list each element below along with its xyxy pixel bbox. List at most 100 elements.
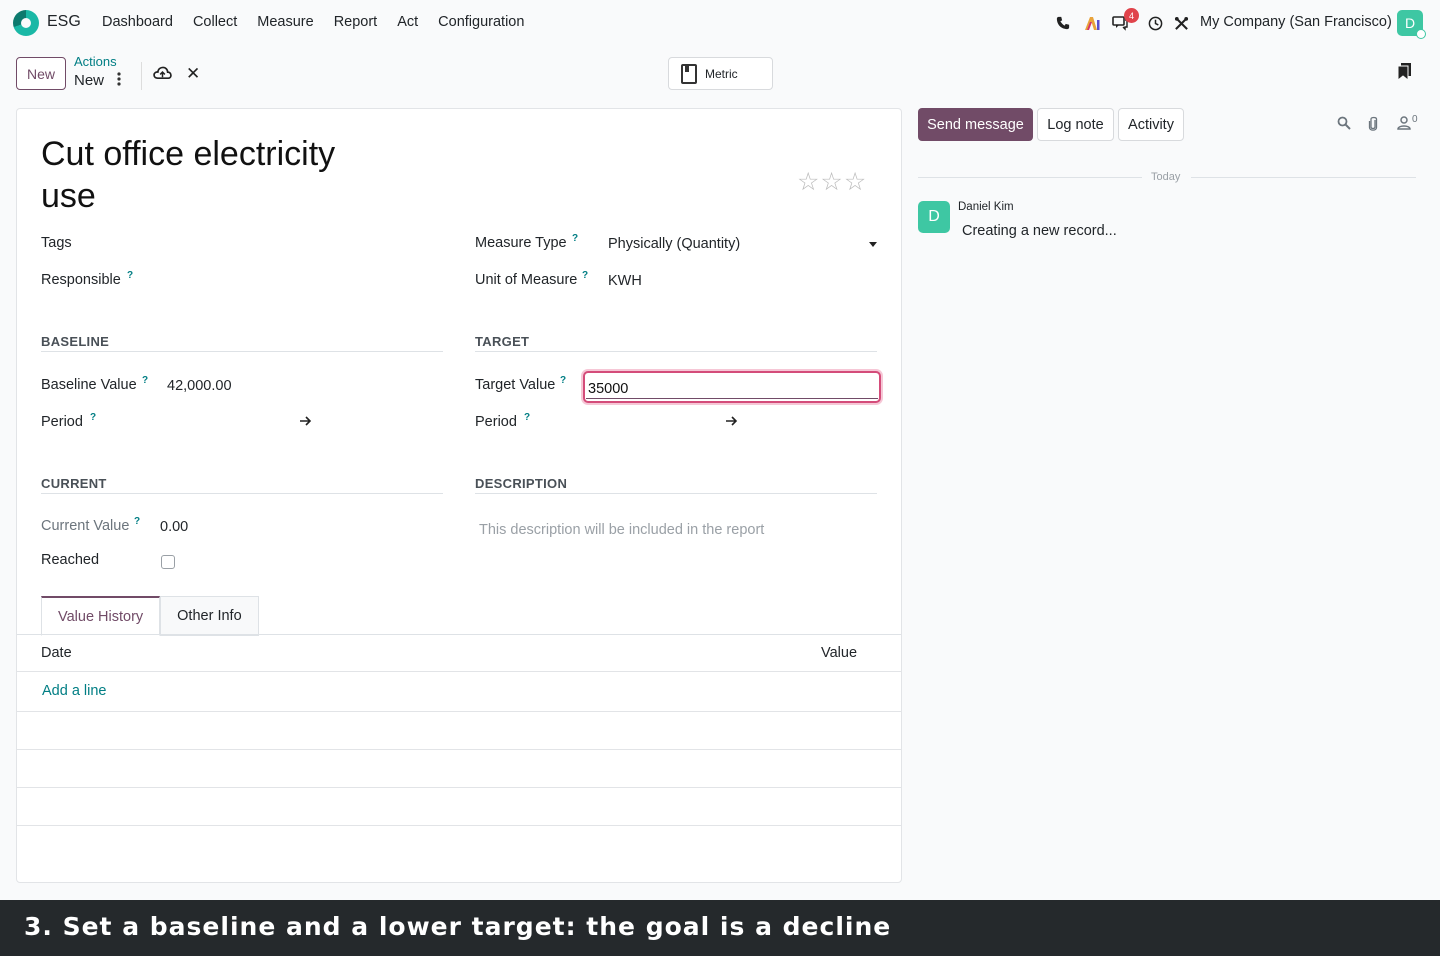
target-section-title: TARGET (475, 334, 530, 349)
reached-checkbox[interactable] (161, 555, 175, 569)
bookmark-icon[interactable] (1397, 63, 1411, 82)
user-avatar-initial: D (1404, 15, 1416, 31)
baseline-section-title: BASELINE (41, 334, 110, 349)
table-row-divider (17, 711, 901, 712)
paperclip-icon[interactable] (1368, 116, 1378, 135)
app-name[interactable]: ESG (47, 13, 81, 31)
current-section-title: CURRENT (41, 476, 107, 491)
divider (41, 493, 443, 494)
message-author[interactable]: Daniel Kim (958, 201, 1014, 213)
main-menu: Dashboard Collect Measure Report Act Con… (102, 14, 544, 30)
table-row-divider (17, 749, 901, 750)
notebook-tabs: Value History Other Info (41, 596, 259, 636)
uom-field[interactable]: KWH (608, 273, 642, 289)
table-row-divider (17, 671, 901, 672)
target-period-label: Period (475, 414, 517, 430)
reached-label: Reached (41, 552, 100, 568)
baseline-value-field[interactable]: 42,000.00 (167, 378, 232, 394)
followers-icon[interactable] (1397, 116, 1411, 133)
log-note-button[interactable]: Log note (1037, 108, 1114, 141)
help-icon[interactable]: ? (90, 412, 96, 423)
table-row-divider (17, 825, 901, 826)
star-icon[interactable]: ☆ (797, 167, 819, 197)
tools-icon[interactable] (1172, 14, 1190, 32)
baseline-value-label: Baseline Value (41, 377, 137, 393)
action-menu-icon[interactable] (117, 72, 129, 90)
current-value-label: Current Value (41, 518, 130, 534)
record-title[interactable]: Cut office electricity use (41, 133, 361, 217)
arrow-right-icon (725, 414, 738, 431)
help-icon[interactable]: ? (142, 375, 148, 386)
table-row-divider (17, 787, 901, 788)
divider (918, 177, 1142, 178)
menu-collect[interactable]: Collect (193, 14, 237, 30)
column-header-value[interactable]: Value (821, 645, 857, 661)
column-header-date[interactable]: Date (41, 645, 72, 661)
input-underline (586, 398, 878, 399)
description-editor[interactable]: This description will be included in the… (479, 522, 764, 538)
save-cloud-icon[interactable] (153, 66, 173, 84)
metric-smart-button[interactable]: Metric (668, 57, 773, 90)
status-dot-icon (1416, 29, 1426, 39)
star-icon[interactable]: ☆ (844, 167, 866, 197)
phone-icon[interactable] (1054, 14, 1072, 32)
send-message-button[interactable]: Send message (918, 108, 1033, 141)
ai-icon[interactable] (1083, 14, 1101, 32)
breadcrumb-parent[interactable]: Actions (74, 54, 117, 69)
help-icon[interactable]: ? (572, 233, 578, 244)
divider (475, 351, 877, 352)
add-line-link[interactable]: Add a line (42, 683, 107, 699)
top-navbar: ESG Dashboard Collect Measure Report Act… (0, 0, 1440, 46)
arrow-right-icon (299, 414, 312, 431)
menu-dashboard[interactable]: Dashboard (102, 14, 173, 30)
target-value-label: Target Value (475, 377, 556, 393)
divider (1191, 177, 1416, 178)
date-separator: Today (1151, 171, 1181, 183)
user-avatar[interactable]: D (1397, 10, 1426, 39)
responsible-label: Responsible (41, 272, 121, 288)
help-icon[interactable]: ? (582, 270, 588, 281)
messages-badge: 4 (1124, 8, 1139, 23)
help-icon[interactable]: ? (560, 375, 566, 386)
breadcrumb-current: New (74, 72, 105, 89)
chevron-down-icon[interactable] (869, 242, 877, 247)
measure-type-select[interactable]: Physically (Quantity) (608, 236, 740, 252)
star-icon[interactable]: ☆ (820, 167, 842, 197)
uom-label: Unit of Measure (475, 272, 578, 288)
author-avatar-initial: D (928, 208, 940, 225)
help-icon[interactable]: ? (134, 516, 140, 527)
clock-icon[interactable] (1146, 14, 1164, 32)
author-avatar[interactable]: D (918, 201, 950, 233)
message-body: Creating a new record... (962, 223, 1117, 239)
menu-act[interactable]: Act (397, 14, 418, 30)
help-icon[interactable]: ? (127, 270, 133, 281)
priority-stars[interactable]: ☆ ☆ ☆ (797, 167, 866, 197)
divider (475, 493, 877, 494)
tutorial-caption: 3. Set a baseline and a lower target: th… (24, 912, 892, 941)
metric-button-label: Metric (705, 66, 738, 81)
menu-measure[interactable]: Measure (257, 14, 313, 30)
measure-type-label: Measure Type (475, 235, 567, 251)
divider (141, 62, 142, 90)
baseline-period-label: Period (41, 414, 83, 430)
tab-other-info[interactable]: Other Info (160, 596, 259, 636)
divider (41, 351, 443, 352)
company-switcher[interactable]: My Company (San Francisco) (1200, 14, 1392, 30)
discard-close-icon[interactable]: ✕ (186, 64, 200, 84)
form-sheet: Cut office electricity use ☆ ☆ ☆ Tags Re… (16, 108, 902, 883)
divider (17, 634, 901, 635)
tutorial-caption-bar: 3. Set a baseline and a lower target: th… (0, 900, 1440, 956)
help-icon[interactable]: ? (524, 412, 530, 423)
menu-report[interactable]: Report (334, 14, 378, 30)
search-icon[interactable] (1337, 116, 1351, 133)
tags-label: Tags (41, 235, 72, 251)
current-value-field: 0.00 (160, 519, 189, 535)
app-logo-icon[interactable] (13, 10, 39, 36)
menu-configuration[interactable]: Configuration (438, 14, 524, 30)
followers-count: 0 (1412, 114, 1418, 125)
activity-button[interactable]: Activity (1118, 108, 1184, 141)
description-section-title: DESCRIPTION (475, 476, 568, 491)
book-icon (681, 63, 697, 84)
new-button[interactable]: New (16, 57, 66, 90)
tab-value-history[interactable]: Value History (41, 596, 161, 636)
